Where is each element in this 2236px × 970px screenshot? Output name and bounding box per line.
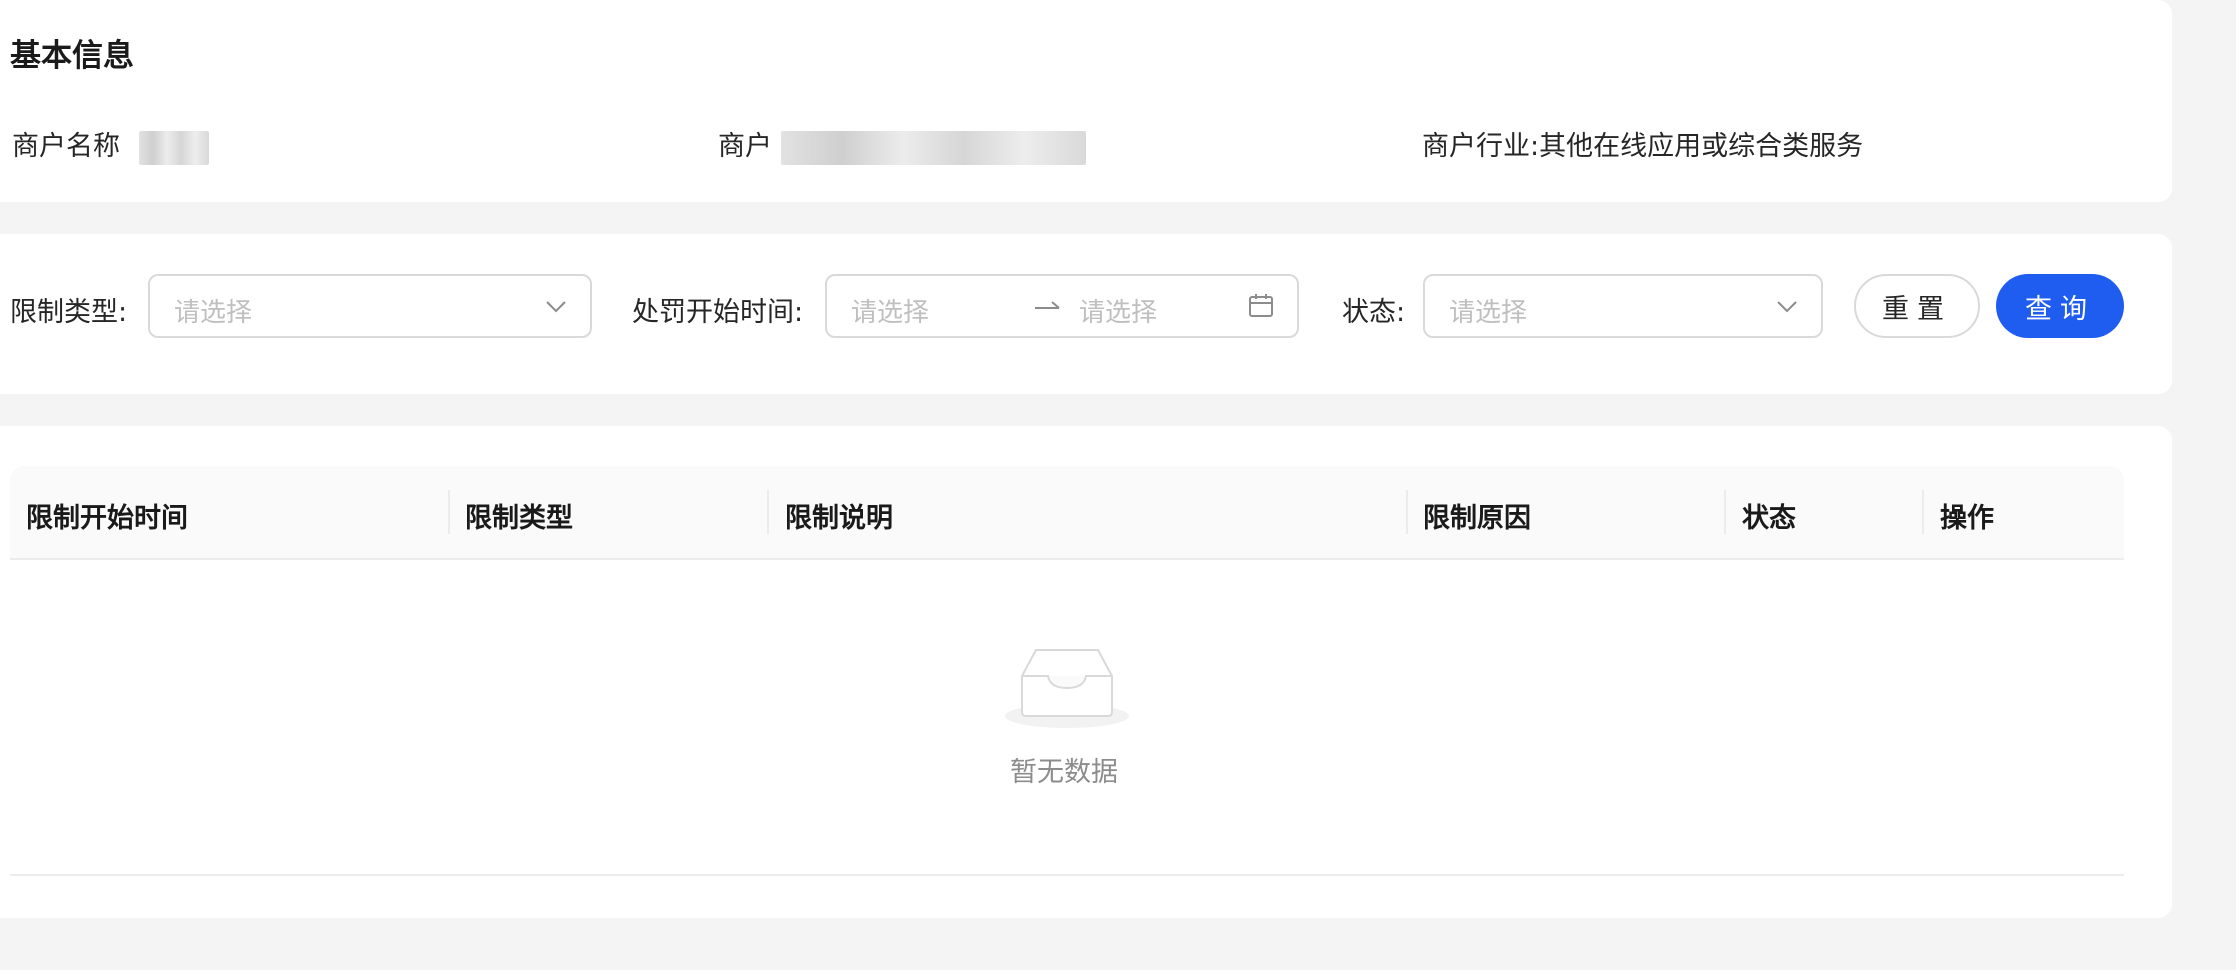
column-divider <box>767 490 769 534</box>
column-header-action: 操作 <box>1940 503 1994 534</box>
chevron-down-icon <box>1777 301 1797 313</box>
reset-button[interactable]: 重置 <box>1854 274 1980 338</box>
empty-inbox-icon <box>1005 649 1129 728</box>
column-header-start-time: 限制开始时间 <box>26 503 188 534</box>
merchant-id: 商户 <box>718 124 1086 165</box>
calendar-icon <box>1249 294 1273 317</box>
column-header-reason: 限制原因 <box>1423 503 1531 534</box>
chevron-down-icon <box>546 301 566 313</box>
merchant-name-label: 商户名称 <box>12 131 120 162</box>
column-header-type: 限制类型 <box>465 503 573 534</box>
column-divider <box>1406 490 1408 534</box>
status-select[interactable]: 请选择 <box>1423 274 1823 338</box>
section-title: 基本信息 <box>10 38 134 74</box>
merchant-id-label: 商户 <box>718 131 772 162</box>
status-label: 状态: <box>1342 297 1406 328</box>
restriction-type-label: 限制类型: <box>10 297 128 328</box>
empty-state-text: 暂无数据 <box>1010 757 1118 788</box>
column-divider <box>1922 490 1924 534</box>
column-header-status: 状态 <box>1742 503 1796 534</box>
range-arrow-icon <box>1035 301 1060 309</box>
merchant-industry: 商户行业:其他在线应用或综合类服务 <box>1422 124 1863 163</box>
end-date-placeholder: 请选择 <box>1079 298 1158 328</box>
redacted-merchant-name <box>138 130 209 165</box>
query-button[interactable]: 查询 <box>1996 274 2124 338</box>
restriction-type-placeholder: 请选择 <box>174 298 253 328</box>
redacted-merchant-id <box>780 130 1086 165</box>
table-bottom-border <box>10 874 2124 876</box>
merchant-name: 商户名称 <box>12 124 209 165</box>
penalty-start-time-range[interactable]: 请选择 请选择 <box>825 274 1299 338</box>
merchant-industry-value: 其他在线应用或综合类服务 <box>1539 131 1864 162</box>
start-date-placeholder: 请选择 <box>851 298 930 328</box>
status-placeholder: 请选择 <box>1449 298 1528 328</box>
table-header: 限制开始时间 限制类型 限制说明 限制原因 状态 操作 <box>10 466 2124 560</box>
penalty-start-time-label: 处罚开始时间: <box>632 297 804 328</box>
merchant-industry-label: 商户行业: <box>1422 131 1540 162</box>
restriction-type-select[interactable]: 请选择 <box>148 274 592 338</box>
column-divider <box>448 490 450 534</box>
column-divider <box>1724 490 1726 534</box>
basic-info-card <box>0 0 2172 202</box>
column-header-description: 限制说明 <box>785 503 893 534</box>
